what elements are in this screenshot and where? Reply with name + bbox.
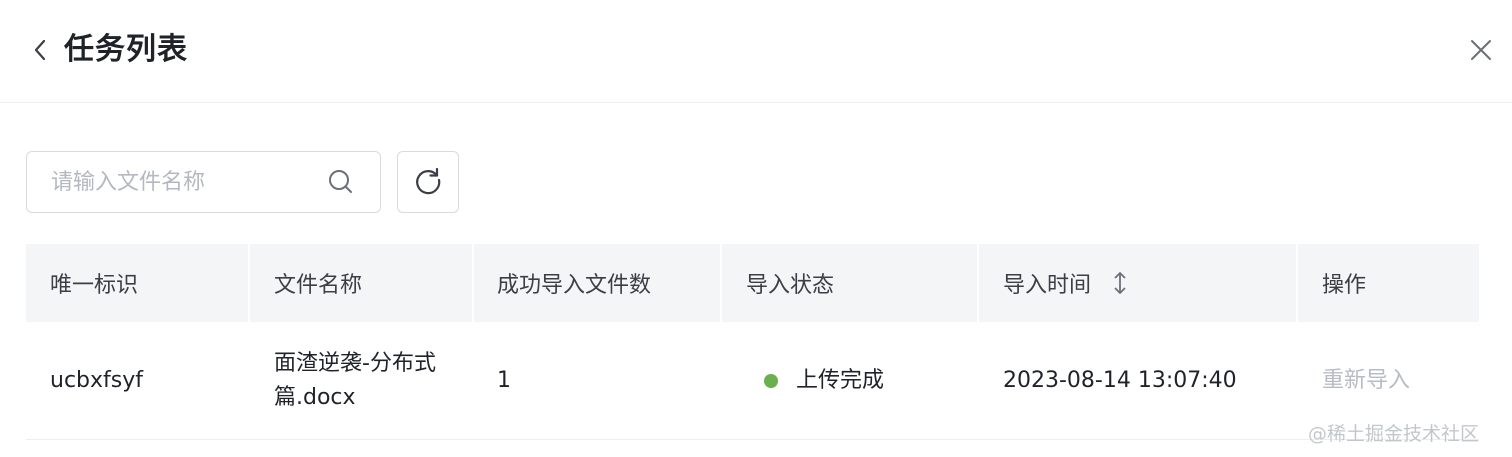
column-header-file-name: 文件名称 <box>274 273 363 298</box>
page-header: 任务列表 <box>0 0 1512 103</box>
search-input[interactable] <box>51 152 321 212</box>
refresh-button[interactable] <box>397 151 459 213</box>
cell-id: ucbxfsyf <box>50 368 143 393</box>
chevron-left-icon[interactable] <box>26 34 54 66</box>
cell-file-name-line: 篇.docx <box>274 385 356 410</box>
sort-icon[interactable] <box>1111 270 1129 296</box>
column-header-action: 操作 <box>1322 273 1367 298</box>
search-box <box>26 151 381 213</box>
search-icon[interactable] <box>327 168 355 196</box>
cell-status: 上传完成 <box>722 322 977 440</box>
watermark: @稀土掘金技术社区 <box>1308 423 1480 445</box>
close-icon[interactable] <box>1464 34 1498 66</box>
column-header-time: 导入时间 <box>979 244 1295 322</box>
status-label: 上传完成 <box>796 368 885 393</box>
column-header-status: 导入状态 <box>746 273 835 298</box>
task-table: 唯一标识 文件名称 成功导入文件数 导入状态 导入时间 操作 ucbxfsyf … <box>26 244 1479 440</box>
table-row: ucbxfsyf 面渣逆袭-分布式 篇.docx 1 上传完成 2023-08-… <box>26 322 1479 440</box>
column-header-success-count: 成功导入文件数 <box>497 273 652 298</box>
status-dot <box>764 374 778 388</box>
refresh-icon <box>413 165 443 199</box>
cell-file-name-line: 面渣逆袭-分布式 <box>274 351 436 376</box>
reimport-button[interactable]: 重新导入 <box>1322 364 1410 398</box>
cell-time: 2023-08-14 13:07:40 <box>1003 368 1237 393</box>
column-header-id: 唯一标识 <box>50 273 139 298</box>
page-title: 任务列表 <box>64 32 188 67</box>
cell-success-count: 1 <box>497 368 511 393</box>
table-header: 唯一标识 文件名称 成功导入文件数 导入状态 导入时间 操作 <box>26 244 1479 322</box>
column-header-time-label: 导入时间 <box>1003 273 1092 298</box>
cell-file-name: 面渣逆袭-分布式 篇.docx <box>250 322 450 440</box>
